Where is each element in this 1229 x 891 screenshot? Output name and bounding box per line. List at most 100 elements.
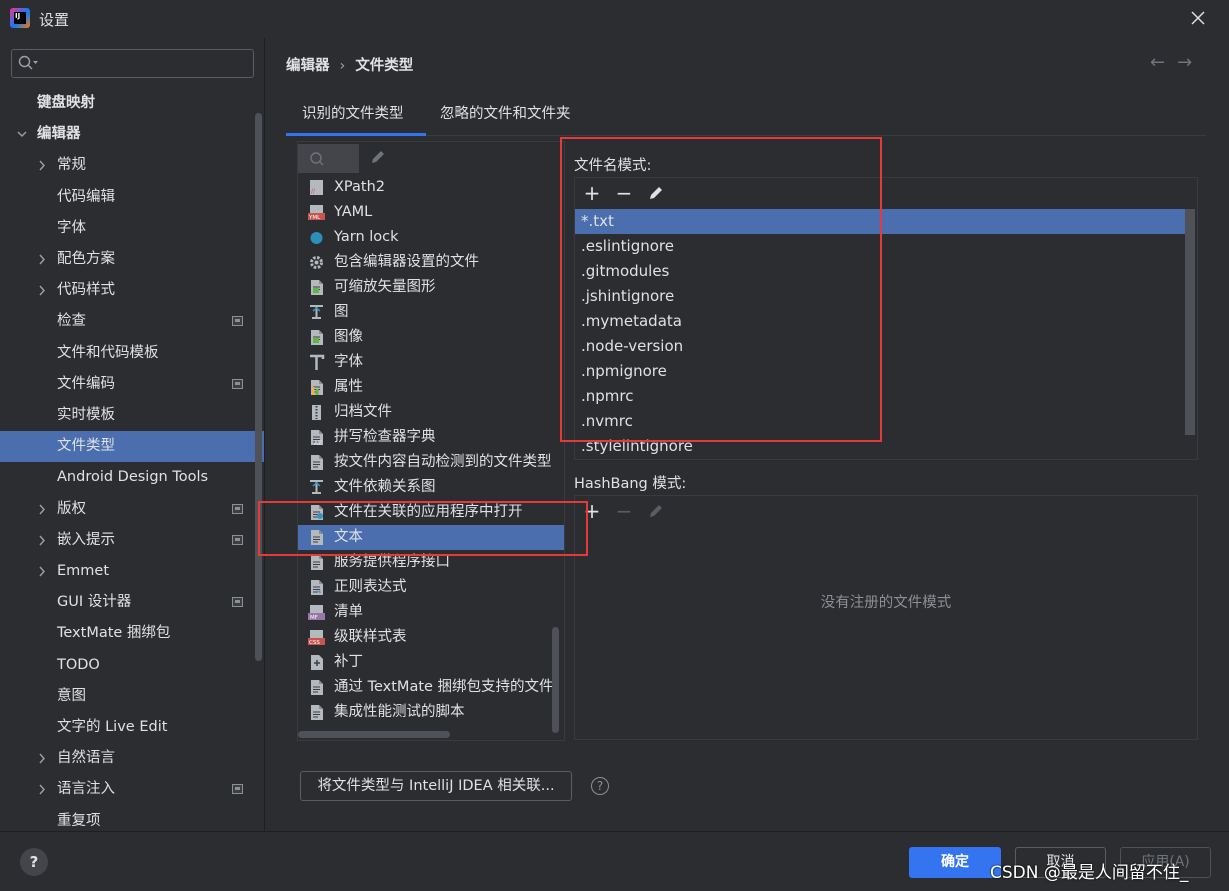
file-type-item[interactable]: CSS 级联样式表 bbox=[298, 625, 564, 650]
sidebar-item[interactable]: 自然语言 bbox=[0, 743, 254, 774]
filename-pattern-item[interactable]: .stylelintignore bbox=[575, 434, 1185, 459]
forward-arrow-icon[interactable]: → bbox=[1177, 52, 1204, 73]
tab-ignored-files[interactable]: 忽略的文件和文件夹 bbox=[440, 96, 600, 136]
file-types-vertical-scrollbar[interactable] bbox=[552, 627, 559, 733]
sidebar-item[interactable]: 常规 bbox=[0, 150, 254, 181]
sidebar-item[interactable]: 字体 bbox=[0, 213, 254, 244]
file-type-item[interactable]: 服务提供程序接口 bbox=[298, 550, 564, 575]
sidebar-item-label: 实时模板 bbox=[57, 407, 115, 423]
help-button[interactable]: ? bbox=[20, 848, 48, 876]
text-file-icon bbox=[308, 679, 325, 696]
sidebar-item[interactable]: 配色方案 bbox=[0, 244, 254, 275]
sidebar-item-label: 字体 bbox=[57, 219, 86, 236]
file-type-item[interactable]: 补丁 bbox=[298, 650, 564, 675]
file-type-item[interactable]: 图像 bbox=[298, 325, 564, 350]
hashbang-patterns-panel: + − 没有注册的文件模式 bbox=[574, 495, 1198, 740]
sidebar-item[interactable]: Emmet bbox=[0, 556, 254, 587]
file-type-item[interactable]: 文件在关联的应用程序中打开 bbox=[298, 500, 564, 525]
sidebar-item[interactable]: TextMate 捆绑包 bbox=[0, 618, 254, 649]
filename-pattern-item[interactable]: .eslintignore bbox=[575, 234, 1185, 259]
filename-pattern-item[interactable]: .jshintignore bbox=[575, 284, 1185, 309]
file-type-label: Yarn lock bbox=[334, 229, 399, 245]
sidebar-item[interactable]: 版权 bbox=[0, 494, 254, 525]
sidebar-item[interactable]: 检查 bbox=[0, 306, 254, 337]
image-file-icon bbox=[308, 329, 325, 346]
file-type-item[interactable]: YML YAML bbox=[298, 200, 564, 225]
sidebar-item-label: 自然语言 bbox=[57, 750, 115, 767]
sidebar-item[interactable]: 文件编码 bbox=[0, 369, 254, 400]
file-type-item[interactable]: Yarn lock bbox=[298, 225, 564, 250]
filename-pattern-item[interactable]: *.txt bbox=[575, 209, 1185, 234]
file-types-search-button[interactable] bbox=[298, 144, 359, 173]
sidebar-item-label: 文件和代码模板 bbox=[57, 344, 159, 361]
file-type-item[interactable]: 包含编辑器设置的文件 bbox=[298, 250, 564, 275]
filename-pattern-item[interactable]: .node-version bbox=[575, 334, 1185, 359]
sidebar-item[interactable]: 代码编辑 bbox=[0, 182, 254, 213]
file-type-item[interactable]: 文件依赖关系图 bbox=[298, 475, 564, 500]
remove-hashbang-button[interactable]: − bbox=[613, 500, 635, 522]
remove-pattern-button[interactable]: − bbox=[613, 182, 635, 204]
filename-pattern-item[interactable]: .nvmrc bbox=[575, 409, 1185, 434]
sidebar-item[interactable]: Android Design Tools bbox=[0, 462, 254, 493]
add-pattern-button[interactable]: + bbox=[581, 182, 603, 204]
file-type-item[interactable]: MF 清单 bbox=[298, 600, 564, 625]
file-type-item[interactable]: 归档文件 bbox=[298, 400, 564, 425]
sidebar-scrollbar[interactable] bbox=[255, 113, 262, 661]
filename-patterns-scrollbar[interactable] bbox=[1185, 209, 1195, 435]
sidebar-item[interactable]: 代码样式 bbox=[0, 275, 254, 306]
sidebar-item[interactable]: 意图 bbox=[0, 681, 254, 712]
file-type-item[interactable]: 属性 bbox=[298, 375, 564, 400]
file-types-panel: // XPath2 YML YAML Yarn lock 包含编辑器设置的文件可缩放矢量图… bbox=[297, 141, 565, 741]
sidebar-item[interactable]: 文件和代码模板 bbox=[0, 338, 254, 369]
edit-hashbang-button[interactable] bbox=[645, 500, 667, 522]
file-type-item[interactable]: 文本 bbox=[298, 525, 564, 550]
yarn-icon bbox=[308, 229, 325, 246]
file-type-label: 归档文件 bbox=[334, 404, 392, 420]
file-type-item[interactable]: 图 bbox=[298, 300, 564, 325]
file-type-item[interactable]: * 正则表达式 bbox=[298, 575, 564, 600]
sidebar-item-label: TextMate 捆绑包 bbox=[57, 625, 171, 642]
file-type-item[interactable]: 可缩放矢量图形 bbox=[298, 275, 564, 300]
file-type-label: 文件在关联的应用程序中打开 bbox=[334, 504, 523, 520]
sidebar-item[interactable]: 实时模板 bbox=[0, 400, 254, 431]
file-type-item[interactable]: 按文件内容自动检测到的文件类型 bbox=[298, 450, 564, 475]
close-icon[interactable] bbox=[1186, 6, 1210, 30]
file-type-item[interactable]: // XPath2 bbox=[298, 175, 564, 200]
back-arrow-icon[interactable]: ← bbox=[1150, 52, 1177, 73]
search-icon bbox=[18, 55, 40, 75]
file-type-label: 包含编辑器设置的文件 bbox=[334, 254, 479, 270]
breadcrumb-parent[interactable]: 编辑器 bbox=[286, 58, 330, 74]
sidebar-item-label: 嵌入提示 bbox=[57, 531, 115, 548]
sidebar-item[interactable]: GUI 设计器 bbox=[0, 587, 254, 618]
sidebar-item[interactable]: TODO bbox=[0, 650, 254, 681]
associate-file-types-button[interactable]: 将文件类型与 IntelliJ IDEA 相关联... bbox=[300, 771, 572, 801]
filename-pattern-item[interactable]: .mymetadata bbox=[575, 309, 1185, 334]
sidebar-item[interactable]: 文件类型 bbox=[0, 431, 264, 463]
filename-pattern-item[interactable]: .npmrc bbox=[575, 384, 1185, 409]
gear-icon bbox=[308, 254, 325, 271]
ok-button[interactable]: 确定 bbox=[909, 847, 1001, 878]
edit-pattern-button[interactable] bbox=[645, 182, 667, 204]
file-types-horizontal-scrollbar[interactable] bbox=[298, 731, 450, 738]
tab-bar: 识别的文件类型 忽略的文件和文件夹 bbox=[286, 96, 1206, 136]
tab-recognized-file-types[interactable]: 识别的文件类型 bbox=[286, 96, 426, 136]
file-type-label: 服务提供程序接口 bbox=[334, 554, 450, 570]
pencil-icon[interactable] bbox=[369, 148, 387, 170]
file-type-item[interactable]: 通过 TextMate 捆绑包支持的文件 bbox=[298, 675, 564, 700]
dialog-footer: ? 确定 取消 应用(A) CSDN @最是人间留不住_ bbox=[0, 831, 1229, 891]
archive-icon bbox=[308, 404, 325, 421]
add-hashbang-button[interactable]: + bbox=[581, 500, 603, 522]
filename-pattern-item[interactable]: .gitmodules bbox=[575, 259, 1185, 284]
file-type-item[interactable]: 集成性能测试的脚本 bbox=[298, 700, 564, 725]
filename-pattern-item[interactable]: .npmignore bbox=[575, 359, 1185, 384]
sidebar-item[interactable]: 文字的 Live Edit bbox=[0, 712, 254, 743]
sidebar-item[interactable]: 语言注入 bbox=[0, 774, 254, 805]
sidebar-item[interactable]: 键盘映射 bbox=[0, 88, 254, 119]
help-circle-icon[interactable]: ? bbox=[591, 777, 609, 795]
project-scope-icon bbox=[232, 597, 243, 608]
sidebar-item[interactable]: 嵌入提示 bbox=[0, 525, 254, 556]
file-type-item[interactable]: AZ 拼写检查器字典 bbox=[298, 425, 564, 450]
file-type-item[interactable]: 字体 bbox=[298, 350, 564, 375]
sidebar-item[interactable]: 编辑器 bbox=[0, 119, 254, 150]
settings-search-input[interactable] bbox=[11, 49, 254, 78]
